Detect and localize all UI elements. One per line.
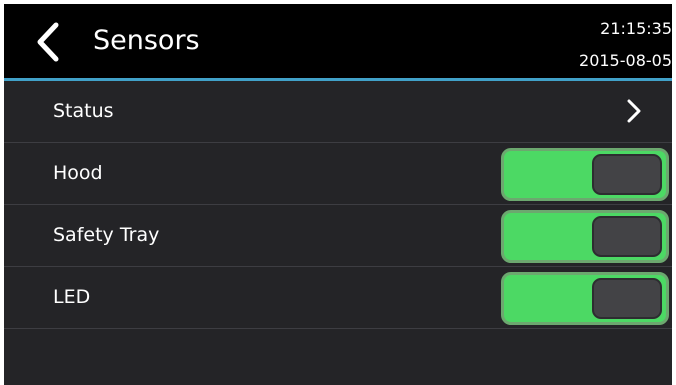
- datetime-display: 21:15:35 2015-08-05: [522, 13, 672, 77]
- hood-label: Hood: [53, 162, 103, 184]
- chevron-right-icon: [626, 98, 642, 124]
- header-bar: Sensors 21:15:35 2015-08-05: [4, 4, 672, 81]
- sensors-screen: Sensors 21:15:35 2015-08-05 Status Hood …: [4, 4, 672, 385]
- list-item-hood: Hood: [4, 143, 672, 205]
- led-toggle-knob: [592, 278, 662, 319]
- status-label: Status: [53, 100, 114, 122]
- clock-time: 21:15:35: [600, 19, 672, 38]
- safety-tray-toggle[interactable]: [501, 210, 669, 263]
- led-toggle[interactable]: [501, 272, 669, 325]
- led-label: LED: [53, 286, 91, 308]
- page-title: Sensors: [93, 25, 200, 56]
- hood-toggle-knob: [592, 154, 662, 195]
- hood-toggle[interactable]: [501, 148, 669, 201]
- chevron-left-icon: [30, 20, 70, 64]
- back-button[interactable]: [30, 20, 70, 64]
- safety-tray-toggle-knob: [592, 216, 662, 257]
- safety-tray-label: Safety Tray: [53, 224, 160, 246]
- clock-date: 2015-08-05: [579, 51, 672, 70]
- list-item-safety-tray: Safety Tray: [4, 205, 672, 267]
- list-item-status[interactable]: Status: [4, 81, 672, 143]
- list-item-led: LED: [4, 267, 672, 329]
